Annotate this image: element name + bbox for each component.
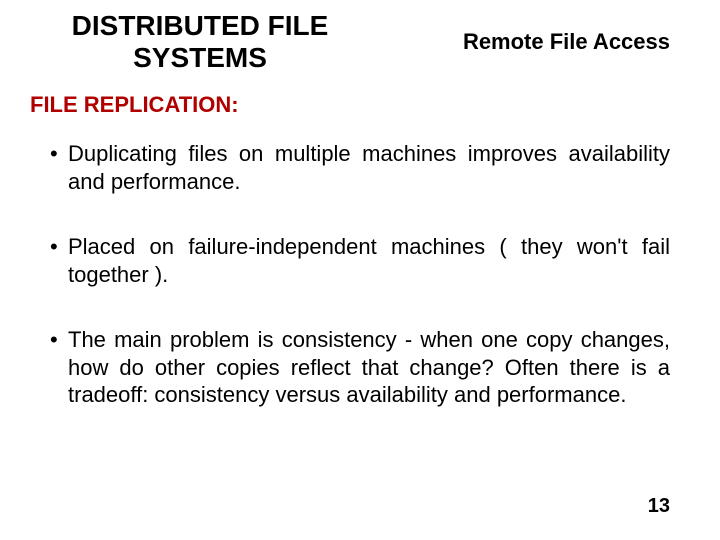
bullet-text: Placed on failure-independent machines (… bbox=[68, 233, 670, 288]
list-item: • Placed on failure-independent machines… bbox=[50, 233, 670, 288]
bullet-dot-icon: • bbox=[50, 233, 68, 288]
slide-subtitle: Remote File Access bbox=[463, 29, 680, 55]
slide: DISTRIBUTED FILE SYSTEMS Remote File Acc… bbox=[0, 0, 720, 540]
bullet-dot-icon: • bbox=[50, 140, 68, 195]
bullet-dot-icon: • bbox=[50, 326, 68, 409]
slide-header: DISTRIBUTED FILE SYSTEMS Remote File Acc… bbox=[0, 0, 720, 74]
list-item: • Duplicating files on multiple machines… bbox=[50, 140, 670, 195]
list-item: • The main problem is consistency - when… bbox=[50, 326, 670, 409]
title-line-2: SYSTEMS bbox=[133, 42, 267, 73]
section-heading: FILE REPLICATION: bbox=[0, 74, 720, 118]
title-line-1: DISTRIBUTED FILE bbox=[72, 10, 329, 41]
page-number: 13 bbox=[648, 495, 670, 518]
slide-title: DISTRIBUTED FILE SYSTEMS bbox=[30, 10, 370, 74]
bullet-text: Duplicating files on multiple machines i… bbox=[68, 140, 670, 195]
bullet-list: • Duplicating files on multiple machines… bbox=[0, 118, 720, 409]
bullet-text: The main problem is consistency - when o… bbox=[68, 326, 670, 409]
